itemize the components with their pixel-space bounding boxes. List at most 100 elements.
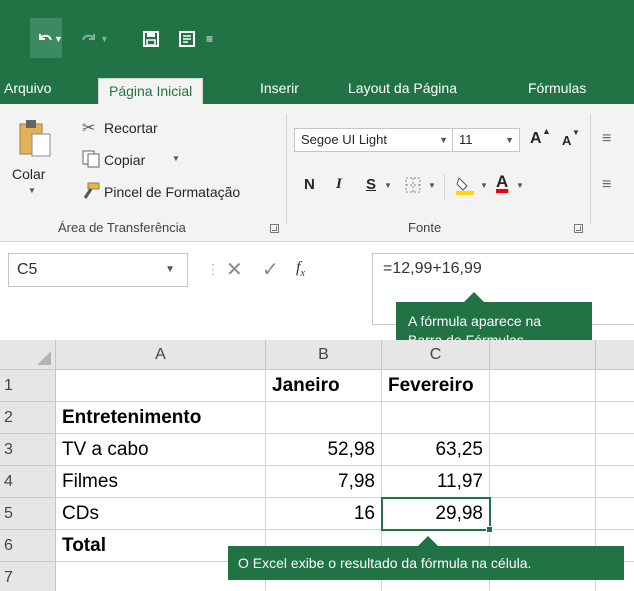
cell-c3[interactable]: 63,25 (382, 434, 490, 466)
column-header-c[interactable]: C (382, 340, 490, 370)
font-size-dropdown[interactable]: 11 ▼ (452, 128, 520, 152)
undo-icon[interactable] (36, 28, 54, 50)
fill-color-icon[interactable] (454, 174, 476, 201)
paste-button[interactable]: Colar ▼ (10, 118, 60, 198)
tab-formulas[interactable]: Fórmulas (528, 76, 586, 104)
tab-arquivo[interactable]: Arquivo (4, 76, 51, 104)
row-header[interactable]: 3 (0, 434, 56, 466)
format-painter-button[interactable]: Pincel de Formatação (82, 180, 272, 204)
cell-a3[interactable]: TV a cabo (56, 434, 266, 466)
cell-b3[interactable]: 52,98 (266, 434, 382, 466)
cell-e2[interactable] (596, 402, 634, 434)
quick-access-toolbar: ▼ ▼ ≡ (0, 0, 634, 76)
cell-b4[interactable]: 7,98 (266, 466, 382, 498)
paste-dropdown-icon: ▼ (28, 186, 36, 195)
customize-qat-icon[interactable]: ≡ (206, 28, 213, 50)
font-color-dropdown-icon[interactable]: ▼ (516, 181, 524, 190)
chevron-down-icon: ▼ (165, 264, 175, 275)
row-header[interactable]: 6 (0, 530, 56, 562)
cell-d4[interactable] (490, 466, 596, 498)
cell-b5[interactable]: 16 (266, 498, 382, 530)
cell-e1[interactable] (596, 370, 634, 402)
resize-handle-icon[interactable]: ⋮ (206, 261, 220, 278)
cell-b2[interactable] (266, 402, 382, 434)
chevron-down-icon: ▼ (505, 135, 514, 145)
copy-icon (82, 150, 100, 173)
cut-label: Recortar (104, 120, 158, 136)
cell-e4[interactable] (596, 466, 634, 498)
tab-pagina-inicial[interactable]: Página Inicial (98, 78, 204, 106)
copy-dropdown-icon: ▼ (172, 154, 180, 163)
cell-a5[interactable]: CDs (56, 498, 266, 530)
group-divider (590, 114, 591, 224)
select-all-button[interactable] (0, 340, 56, 370)
callout-pointer (418, 536, 438, 546)
column-header-a[interactable]: A (56, 340, 266, 370)
fill-color-dropdown-icon[interactable]: ▼ (480, 181, 488, 190)
ribbon-tabs: Arquivo Página Inicial Inserir Layout da… (0, 76, 634, 106)
column-header-b[interactable]: B (266, 340, 382, 370)
borders-icon[interactable] (404, 176, 422, 199)
fill-handle[interactable] (486, 526, 493, 533)
row-header[interactable]: 1 (0, 370, 56, 402)
cell-a2[interactable]: Entretenimento (56, 402, 266, 434)
callout-line: A fórmula aparece na (408, 313, 542, 329)
form-icon[interactable] (178, 28, 196, 50)
redo-dropdown-icon[interactable]: ▼ (100, 28, 109, 50)
paintbrush-icon (82, 182, 100, 205)
active-cell-border (381, 497, 491, 531)
save-icon[interactable] (142, 28, 160, 50)
row-header[interactable]: 2 (0, 402, 56, 434)
borders-dropdown-icon[interactable]: ▼ (428, 181, 436, 190)
cell-c2[interactable] (382, 402, 490, 434)
align-left-icon[interactable]: ≡ (602, 176, 611, 194)
clipboard-group-label: Área de Transferência (58, 220, 186, 235)
italic-button[interactable]: I (336, 176, 342, 193)
cell-d5[interactable] (490, 498, 596, 530)
group-divider (286, 114, 287, 224)
font-launcher-icon[interactable] (574, 224, 583, 233)
align-top-icon[interactable]: ≡ (602, 130, 611, 148)
cell-b1[interactable]: Janeiro (266, 370, 382, 402)
caret-up-icon: ▲ (542, 126, 551, 136)
chevron-down-icon: ▼ (439, 135, 448, 145)
cell-a1[interactable] (56, 370, 266, 402)
row-header[interactable]: 7 (0, 562, 56, 591)
cell-d2[interactable] (490, 402, 596, 434)
font-color-icon[interactable]: A (496, 172, 508, 192)
tab-inserir[interactable]: Inserir (260, 76, 299, 104)
underline-button[interactable]: S (366, 176, 376, 193)
shrink-font-button[interactable]: A (562, 133, 571, 148)
clipboard-launcher-icon[interactable] (270, 224, 279, 233)
cancel-icon[interactable]: ✕ (226, 257, 243, 282)
undo-dropdown-icon[interactable]: ▼ (54, 28, 63, 50)
cell-d3[interactable] (490, 434, 596, 466)
cell-c4[interactable]: 11,97 (382, 466, 490, 498)
formula-text: =12,99+16,99 (383, 260, 482, 277)
row-header[interactable]: 5 (0, 498, 56, 530)
column-header-e[interactable] (596, 340, 634, 370)
underline-dropdown-icon[interactable]: ▼ (384, 181, 392, 190)
font-name-dropdown[interactable]: Segoe UI Light ▼ (294, 128, 454, 152)
cell-a4[interactable]: Filmes (56, 466, 266, 498)
cell-c1[interactable]: Fevereiro (382, 370, 490, 402)
scissors-icon: ✂ (82, 120, 96, 137)
row-header[interactable]: 4 (0, 466, 56, 498)
callout-pointer (464, 292, 484, 302)
copy-label: Copiar (104, 152, 146, 168)
name-box[interactable]: C5 ▼ (8, 253, 188, 287)
copy-button[interactable]: Copiar ▼ (82, 148, 192, 172)
enter-check-icon[interactable]: ✓ (262, 257, 279, 282)
paste-label: Colar (12, 166, 46, 182)
cell-e3[interactable] (596, 434, 634, 466)
caret-down-icon: ▼ (572, 128, 580, 137)
bold-button[interactable]: N (304, 176, 315, 193)
tab-layout-da-pagina[interactable]: Layout da Página (348, 76, 457, 104)
cell-e5[interactable] (596, 498, 634, 530)
column-header-d[interactable] (490, 340, 596, 370)
font-size-value: 11 (459, 132, 473, 147)
cell-d1[interactable] (490, 370, 596, 402)
grow-font-button[interactable]: A (530, 130, 542, 148)
redo-icon[interactable] (80, 28, 98, 50)
insert-function-icon[interactable]: fx (296, 259, 305, 279)
